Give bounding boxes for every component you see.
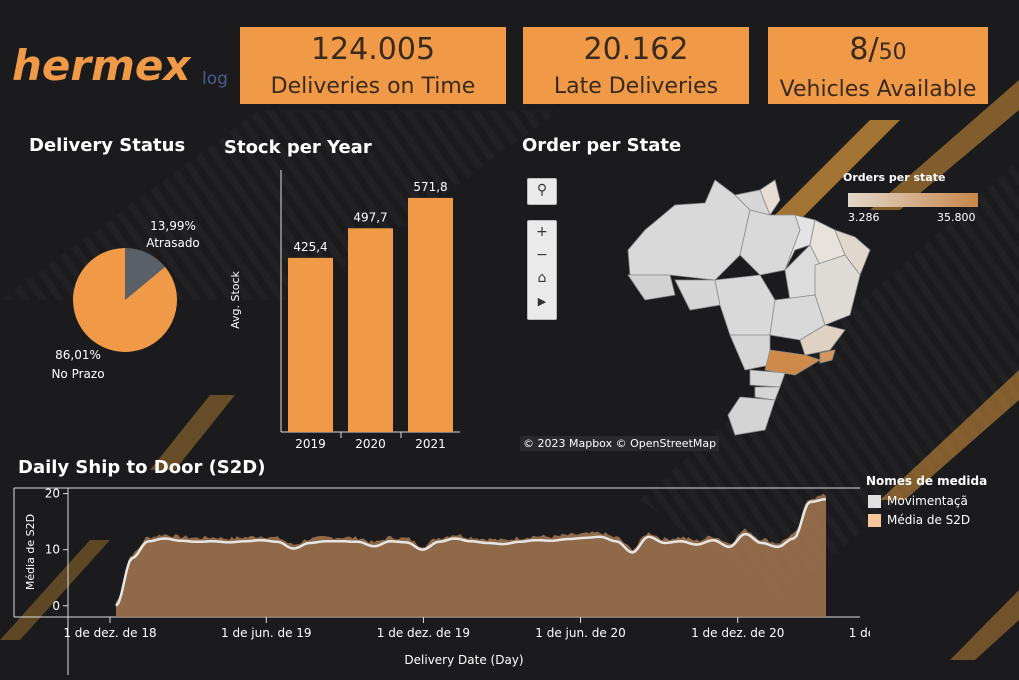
map-state-ro[interactable] <box>674 279 721 311</box>
s2d-x-tick: 1 de jun. de 20 <box>535 626 626 640</box>
legend-label: Média de S2D <box>887 513 971 527</box>
stock-per-year-chart: Avg. Stock 425,4 2019 497,7 2020 571,8 2021 <box>229 170 460 451</box>
s2d-title: Daily Ship to Door (S2D) <box>18 457 266 478</box>
logo-graphic: hermex log <box>12 41 228 90</box>
map-attribution[interactable]: © 2023 Mapbox © OpenStreetMap <box>520 436 720 451</box>
kpi-value: 20.162 <box>583 32 689 67</box>
legend-label: Movimentaçã <box>887 494 968 508</box>
kpi-label: Late Deliveries <box>553 74 719 99</box>
bar-value-label: 571,8 <box>413 180 447 194</box>
play-icon[interactable]: ▶ <box>528 290 556 313</box>
s2d-x-tick: 1 de jun. de 21 <box>849 626 870 640</box>
home-icon[interactable]: ⌂ <box>528 267 556 290</box>
s2d-chart: Média de S2D 0 10 20 1 de dez. de 18 1 de j… <box>13 487 870 675</box>
s2d-x-tick: 1 de dez. de 18 <box>63 626 156 640</box>
bar-2021[interactable] <box>408 197 453 432</box>
orders-legend-max: 35.800 <box>937 211 976 224</box>
pie-label-atrasado-name: Atrasado <box>146 236 200 250</box>
map-state-ac[interactable] <box>627 274 676 301</box>
zoom-in-icon[interactable]: + <box>528 221 556 244</box>
s2d-legend-item[interactable]: Movimentaçã <box>868 494 968 508</box>
legend-swatch <box>868 494 881 508</box>
order-per-state-title: Order per State <box>522 135 682 156</box>
map-state-am[interactable] <box>627 179 751 281</box>
orders-legend-gradient <box>848 193 978 207</box>
bar-category-label: 2021 <box>415 437 446 451</box>
pie-label-no-prazo-value: 86,01% <box>55 348 101 362</box>
search-icon: ⚲ <box>536 182 548 198</box>
bar-category-label: 2020 <box>355 437 386 451</box>
orders-legend-min: 3.286 <box>848 211 880 224</box>
orders-legend-title: Orders per state <box>843 171 946 184</box>
map-zoom-controls: + − ⌂ ▶ <box>527 220 557 320</box>
logo-text: hermex <box>12 41 192 90</box>
s2d-x-tick: 1 de dez. de 19 <box>377 626 470 640</box>
bar-value-label: 425,4 <box>293 240 327 254</box>
zoom-out-icon[interactable]: − <box>528 244 556 267</box>
s2d-y-tick: 0 <box>52 599 60 613</box>
map-state-sc[interactable] <box>754 386 781 401</box>
bar-y-label: Avg. Stock <box>229 270 242 328</box>
delivery-status-pie: 13,99% Atrasado 86,01% No Prazo <box>51 219 200 381</box>
s2d-y-tick: 10 <box>45 543 60 557</box>
s2d-x-label: Delivery Date (Day) <box>404 653 523 667</box>
pie-label-atrasado-value: 13,99% <box>150 219 196 233</box>
stock-per-year-title: Stock per Year <box>224 137 372 158</box>
bar-value-label: 497,7 <box>353 210 387 224</box>
bar-category-label: 2019 <box>295 437 326 451</box>
s2d-x-tick: 1 de jun. de 19 <box>221 626 312 640</box>
s2d-y-label: Média de S2D <box>24 514 37 590</box>
brazil-map <box>627 179 871 436</box>
s2d-y-tick: 20 <box>45 487 60 501</box>
kpi-label: Deliveries on Time <box>270 74 476 99</box>
pie-label-no-prazo-name: No Prazo <box>51 367 104 381</box>
kpi-deliveries-on-time: 124.005 Deliveries on Time <box>240 27 506 104</box>
map-state-pr[interactable] <box>749 369 786 388</box>
kpi-vehicles-available: 8/50 Vehicles Available <box>768 27 988 104</box>
map-state-rs[interactable] <box>727 396 776 436</box>
kpi-label: Vehicles Available <box>779 77 977 102</box>
legend-swatch <box>868 513 881 527</box>
brand-logo: hermex log <box>12 40 237 99</box>
s2d-x-tick: 1 de dez. de 20 <box>691 626 784 640</box>
kpi-value: 124.005 <box>310 32 436 67</box>
delivery-status-title: Delivery Status <box>29 135 186 156</box>
bar-2020[interactable] <box>348 228 393 432</box>
s2d-legend-title: Nomes de medida <box>866 474 988 488</box>
map-state-ms[interactable] <box>729 334 771 371</box>
kpi-value-main: 8/ <box>849 32 879 67</box>
s2d-area-series[interactable] <box>116 493 826 618</box>
s2d-legend-item[interactable]: Média de S2D <box>868 513 970 527</box>
kpi-value-sub: 50 <box>878 40 907 65</box>
map-search-button[interactable]: ⚲ <box>527 178 557 205</box>
map-state-mt[interactable] <box>714 274 776 336</box>
kpi-value: 8/50 <box>768 33 988 70</box>
kpi-late-deliveries: 20.162 Late Deliveries <box>523 27 749 104</box>
logo-suffix: log <box>202 69 228 89</box>
bar-2019[interactable] <box>288 257 333 432</box>
